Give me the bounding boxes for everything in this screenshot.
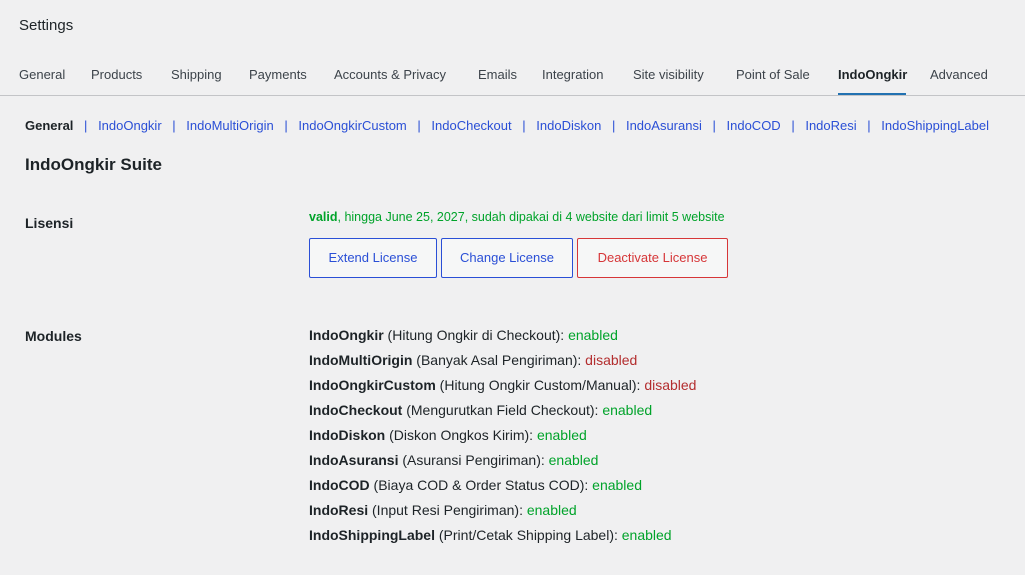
module-desc: (Biaya COD & Order Status COD): <box>369 477 593 493</box>
tab-point-of-sale[interactable]: Point of Sale <box>736 66 810 84</box>
active-tab-indicator <box>838 93 906 95</box>
subnav-separator: | <box>712 118 716 133</box>
module-status: enabled <box>568 327 618 343</box>
module-status: enabled <box>536 427 587 443</box>
module-name: IndoAsuransi <box>309 452 399 468</box>
module-desc: (Diskon Ongkos Kirim): <box>385 427 537 443</box>
subnav-item-indoongkir[interactable]: IndoOngkir <box>98 118 162 133</box>
subnav-separator: | <box>284 118 288 133</box>
license-status-detail: , hingga June 25, 2027, sudah dipakai di… <box>337 210 725 224</box>
subnav-item-indodiskon[interactable]: IndoDiskon <box>536 118 601 133</box>
module-status: enabled <box>602 402 653 418</box>
module-item-indoasuransi: IndoAsuransi (Asuransi Pengiriman): enab… <box>309 448 696 473</box>
module-status: disabled <box>585 352 638 368</box>
module-item-indoongkir: IndoOngkir (Hitung Ongkir di Checkout): … <box>309 323 696 348</box>
subnav-separator: | <box>172 118 176 133</box>
module-item-indocheckout: IndoCheckout (Mengurutkan Field Checkout… <box>309 398 696 423</box>
subnav-separator: | <box>791 118 795 133</box>
section-subnav: General | IndoOngkir | IndoMultiOrigin |… <box>25 117 989 135</box>
tab-accounts-privacy[interactable]: Accounts & Privacy <box>334 66 446 84</box>
tab-advanced[interactable]: Advanced <box>930 66 988 84</box>
module-name: IndoCOD <box>309 477 370 493</box>
module-desc: (Hitung Ongkir Custom/Manual): <box>435 377 645 393</box>
module-name: IndoOngkir <box>309 327 384 343</box>
subnav-separator: | <box>417 118 421 133</box>
module-status: enabled <box>526 502 577 518</box>
module-desc: (Banyak Asal Pengiriman): <box>412 352 586 368</box>
section-title: IndoOngkir Suite <box>25 155 162 174</box>
extend-license-button[interactable]: Extend License <box>309 238 437 278</box>
tab-indoongkir[interactable]: IndoOngkir <box>838 66 907 84</box>
subnav-item-indoongkircustom[interactable]: IndoOngkirCustom <box>298 118 406 133</box>
change-license-button[interactable]: Change License <box>441 238 573 278</box>
module-name: IndoMultiOrigin <box>309 352 413 368</box>
module-status: disabled <box>644 377 697 393</box>
settings-tabs: General Products Shipping Payments Accou… <box>0 56 1025 96</box>
module-desc: (Mengurutkan Field Checkout): <box>402 402 603 418</box>
subnav-separator: | <box>84 118 88 133</box>
module-name: IndoShippingLabel <box>309 527 435 543</box>
tab-site-visibility[interactable]: Site visibility <box>633 66 704 84</box>
module-item-indomultiorigin: IndoMultiOrigin (Banyak Asal Pengiriman)… <box>309 348 696 373</box>
subnav-item-indocod[interactable]: IndoCOD <box>727 118 781 133</box>
module-name: IndoDiskon <box>309 427 386 443</box>
module-item-indoshippinglabel: IndoShippingLabel (Print/Cetak Shipping … <box>309 523 696 548</box>
module-item-indoongkircustom: IndoOngkirCustom (Hitung Ongkir Custom/M… <box>309 373 696 398</box>
module-status: enabled <box>621 527 672 543</box>
subnav-item-general: General <box>25 118 74 133</box>
module-item-indodiskon: IndoDiskon (Diskon Ongkos Kirim): enable… <box>309 423 696 448</box>
module-name: IndoCheckout <box>309 402 403 418</box>
subnav-item-indoasuransi[interactable]: IndoAsuransi <box>626 118 702 133</box>
subnav-item-indomultiorigin[interactable]: IndoMultiOrigin <box>186 118 273 133</box>
module-desc: (Input Resi Pengiriman): <box>368 502 527 518</box>
tab-emails[interactable]: Emails <box>478 66 517 84</box>
subnav-separator: | <box>867 118 871 133</box>
modules-list: IndoOngkir (Hitung Ongkir di Checkout): … <box>309 323 696 548</box>
tab-integration[interactable]: Integration <box>542 66 603 84</box>
module-desc: (Print/Cetak Shipping Label): <box>435 527 622 543</box>
page-title: Settings <box>19 17 74 34</box>
tab-shipping[interactable]: Shipping <box>171 66 222 84</box>
module-status: enabled <box>592 477 642 493</box>
module-status: enabled <box>548 452 599 468</box>
module-name: IndoOngkirCustom <box>309 377 436 393</box>
tab-products[interactable]: Products <box>91 66 142 84</box>
module-name: IndoResi <box>309 502 369 518</box>
subnav-separator: | <box>611 118 616 133</box>
subnav-item-indoresi[interactable]: IndoResi <box>805 118 856 133</box>
tab-general[interactable]: General <box>19 66 65 84</box>
module-desc: (Hitung Ongkir di Checkout): <box>383 327 569 343</box>
module-item-indoresi: IndoResi (Input Resi Pengiriman): enable… <box>309 498 696 523</box>
module-item-indocod: IndoCOD (Biaya COD & Order Status COD): … <box>309 473 696 498</box>
license-status: valid, hingga June 25, 2027, sudah dipak… <box>309 209 725 225</box>
subnav-separator: | <box>522 118 526 133</box>
license-status-word: valid <box>309 210 338 224</box>
module-desc: (Asuransi Pengiriman): <box>398 452 549 468</box>
tab-payments[interactable]: Payments <box>249 66 307 84</box>
subnav-item-indoshippinglabel[interactable]: IndoShippingLabel <box>881 118 989 133</box>
modules-label: Modules <box>25 328 82 344</box>
deactivate-license-button[interactable]: Deactivate License <box>577 238 728 278</box>
subnav-item-indocheckout[interactable]: IndoCheckout <box>431 118 511 133</box>
license-label: Lisensi <box>25 215 74 231</box>
